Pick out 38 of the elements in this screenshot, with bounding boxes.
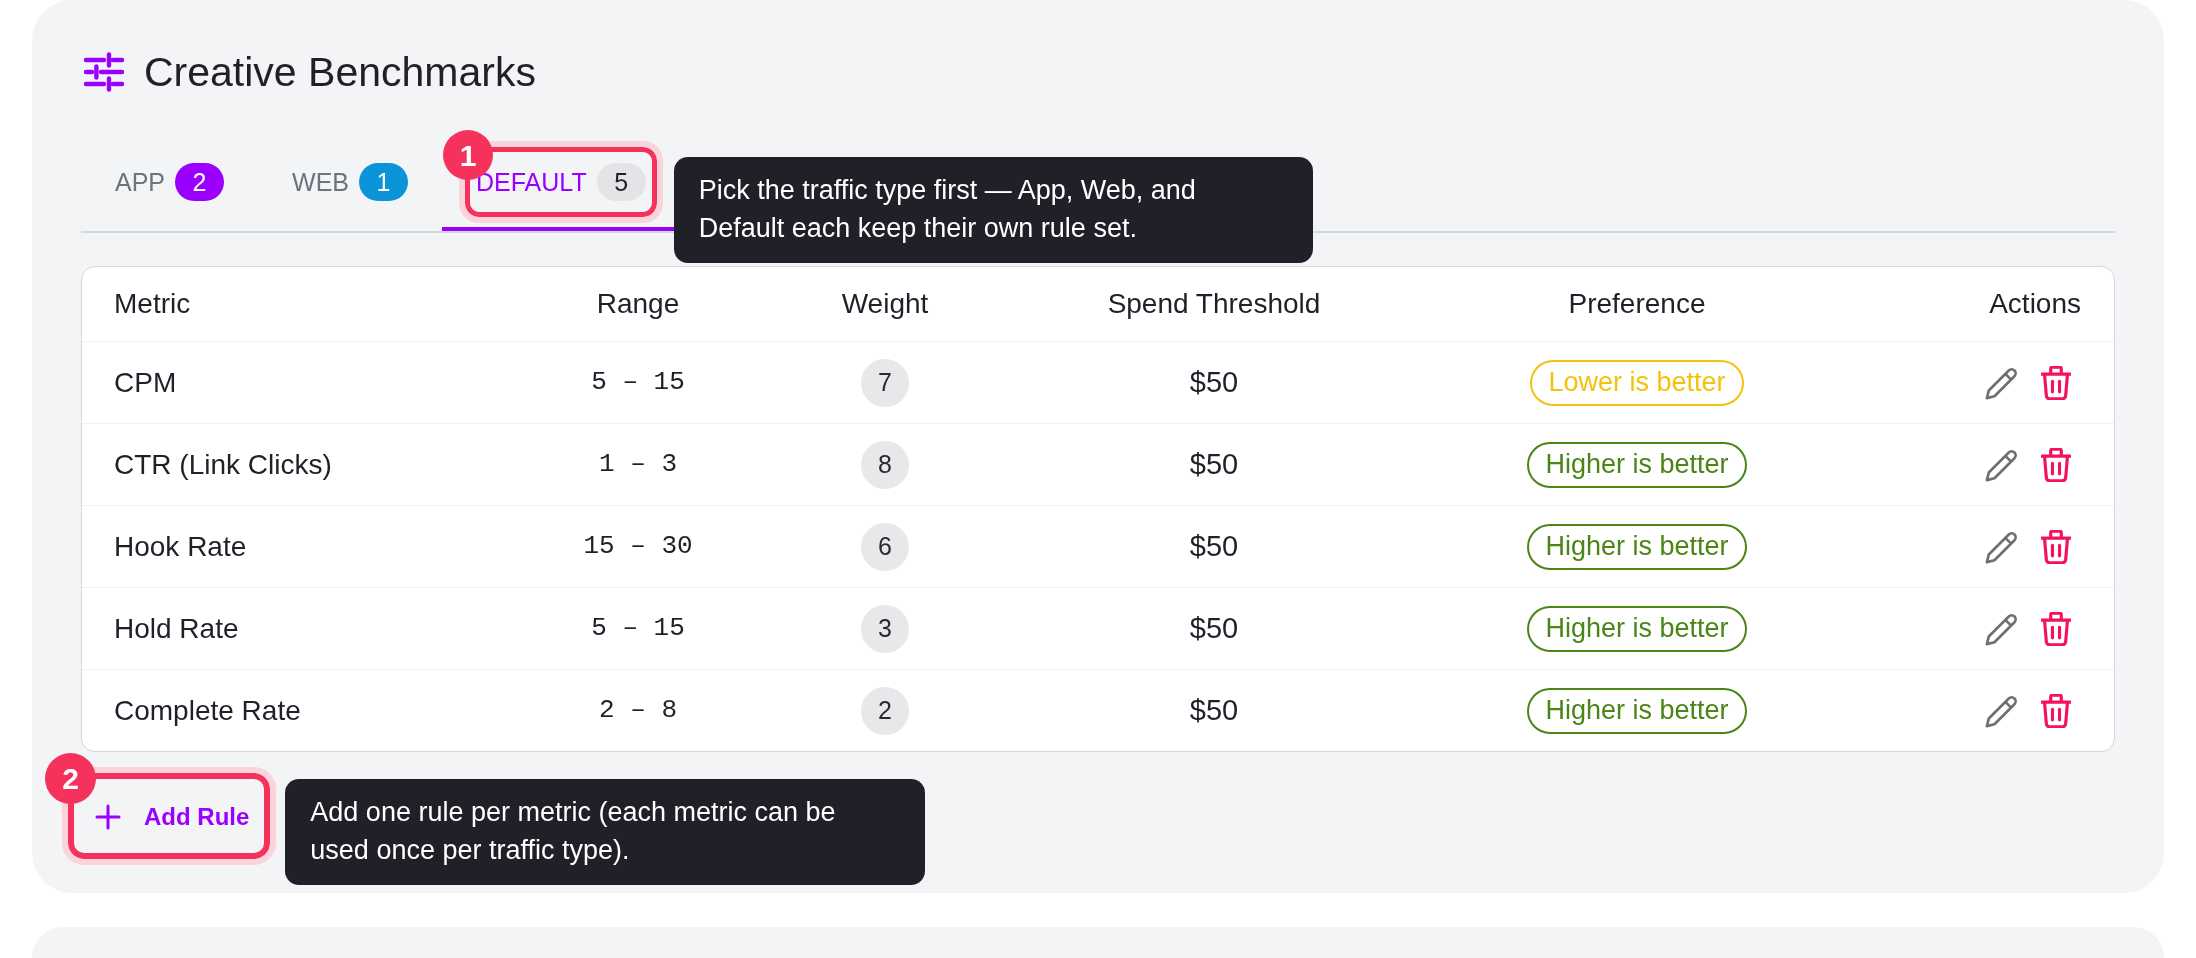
step-badge: 2 [45, 753, 96, 804]
column-header: Preference [1568, 287, 1706, 321]
preference-tag: Higher is better [1527, 441, 1747, 488]
weight-badge: 8 [861, 440, 909, 489]
column-header: Spend Threshold [1107, 287, 1321, 321]
column-header: Range [596, 287, 680, 321]
column-header: Weight [841, 287, 929, 321]
spend-cell-text: $50 [1189, 610, 1239, 646]
metric-cell-text: Hold Rate [114, 611, 239, 646]
preference-tag: Higher is better [1527, 523, 1747, 570]
range-cell-text: 1 – 3 [599, 448, 677, 481]
column-header: Actions [1989, 287, 2081, 321]
range-cell-text: 5 – 15 [591, 612, 685, 645]
panel-title: Creative Benchmarks [144, 48, 536, 96]
range-cell-text: 15 – 30 [583, 530, 693, 563]
preference-tag: Higher is better [1527, 605, 1747, 652]
spend-cell-text: $50 [1189, 446, 1239, 482]
tooltip: Pick the traffic type first — App, Web, and Default each keep their own rule set. [673, 157, 1313, 263]
count-badge: 2 [175, 163, 225, 201]
spend-cell-text: $50 [1189, 692, 1239, 728]
preference-tag: Lower is better [1530, 359, 1744, 406]
metric-cell-text: CTR (Link Clicks) [114, 447, 332, 482]
metric-cell-text: Hook Rate [114, 529, 247, 564]
spend-cell-text: $50 [1189, 364, 1239, 400]
weight-badge: 7 [861, 358, 909, 407]
spend-cell-text: $50 [1189, 528, 1239, 564]
weight-badge: 2 [861, 686, 909, 735]
weight-badge: 6 [861, 522, 909, 571]
count-badge: 5 [596, 163, 646, 201]
metric-cell-text: Complete Rate [114, 693, 301, 728]
range-cell-text: 2 – 8 [599, 694, 677, 727]
count-badge: 1 [359, 163, 408, 201]
tooltip: Add one rule per metric (each metric can be used once per traffic type). [285, 779, 926, 885]
metric-cell-text: CPM [114, 365, 177, 400]
range-cell-text: 5 – 15 [591, 366, 685, 399]
weight-badge: 3 [861, 604, 909, 653]
preference-tag: Higher is better [1527, 687, 1747, 734]
column-header: Metric [114, 287, 191, 321]
